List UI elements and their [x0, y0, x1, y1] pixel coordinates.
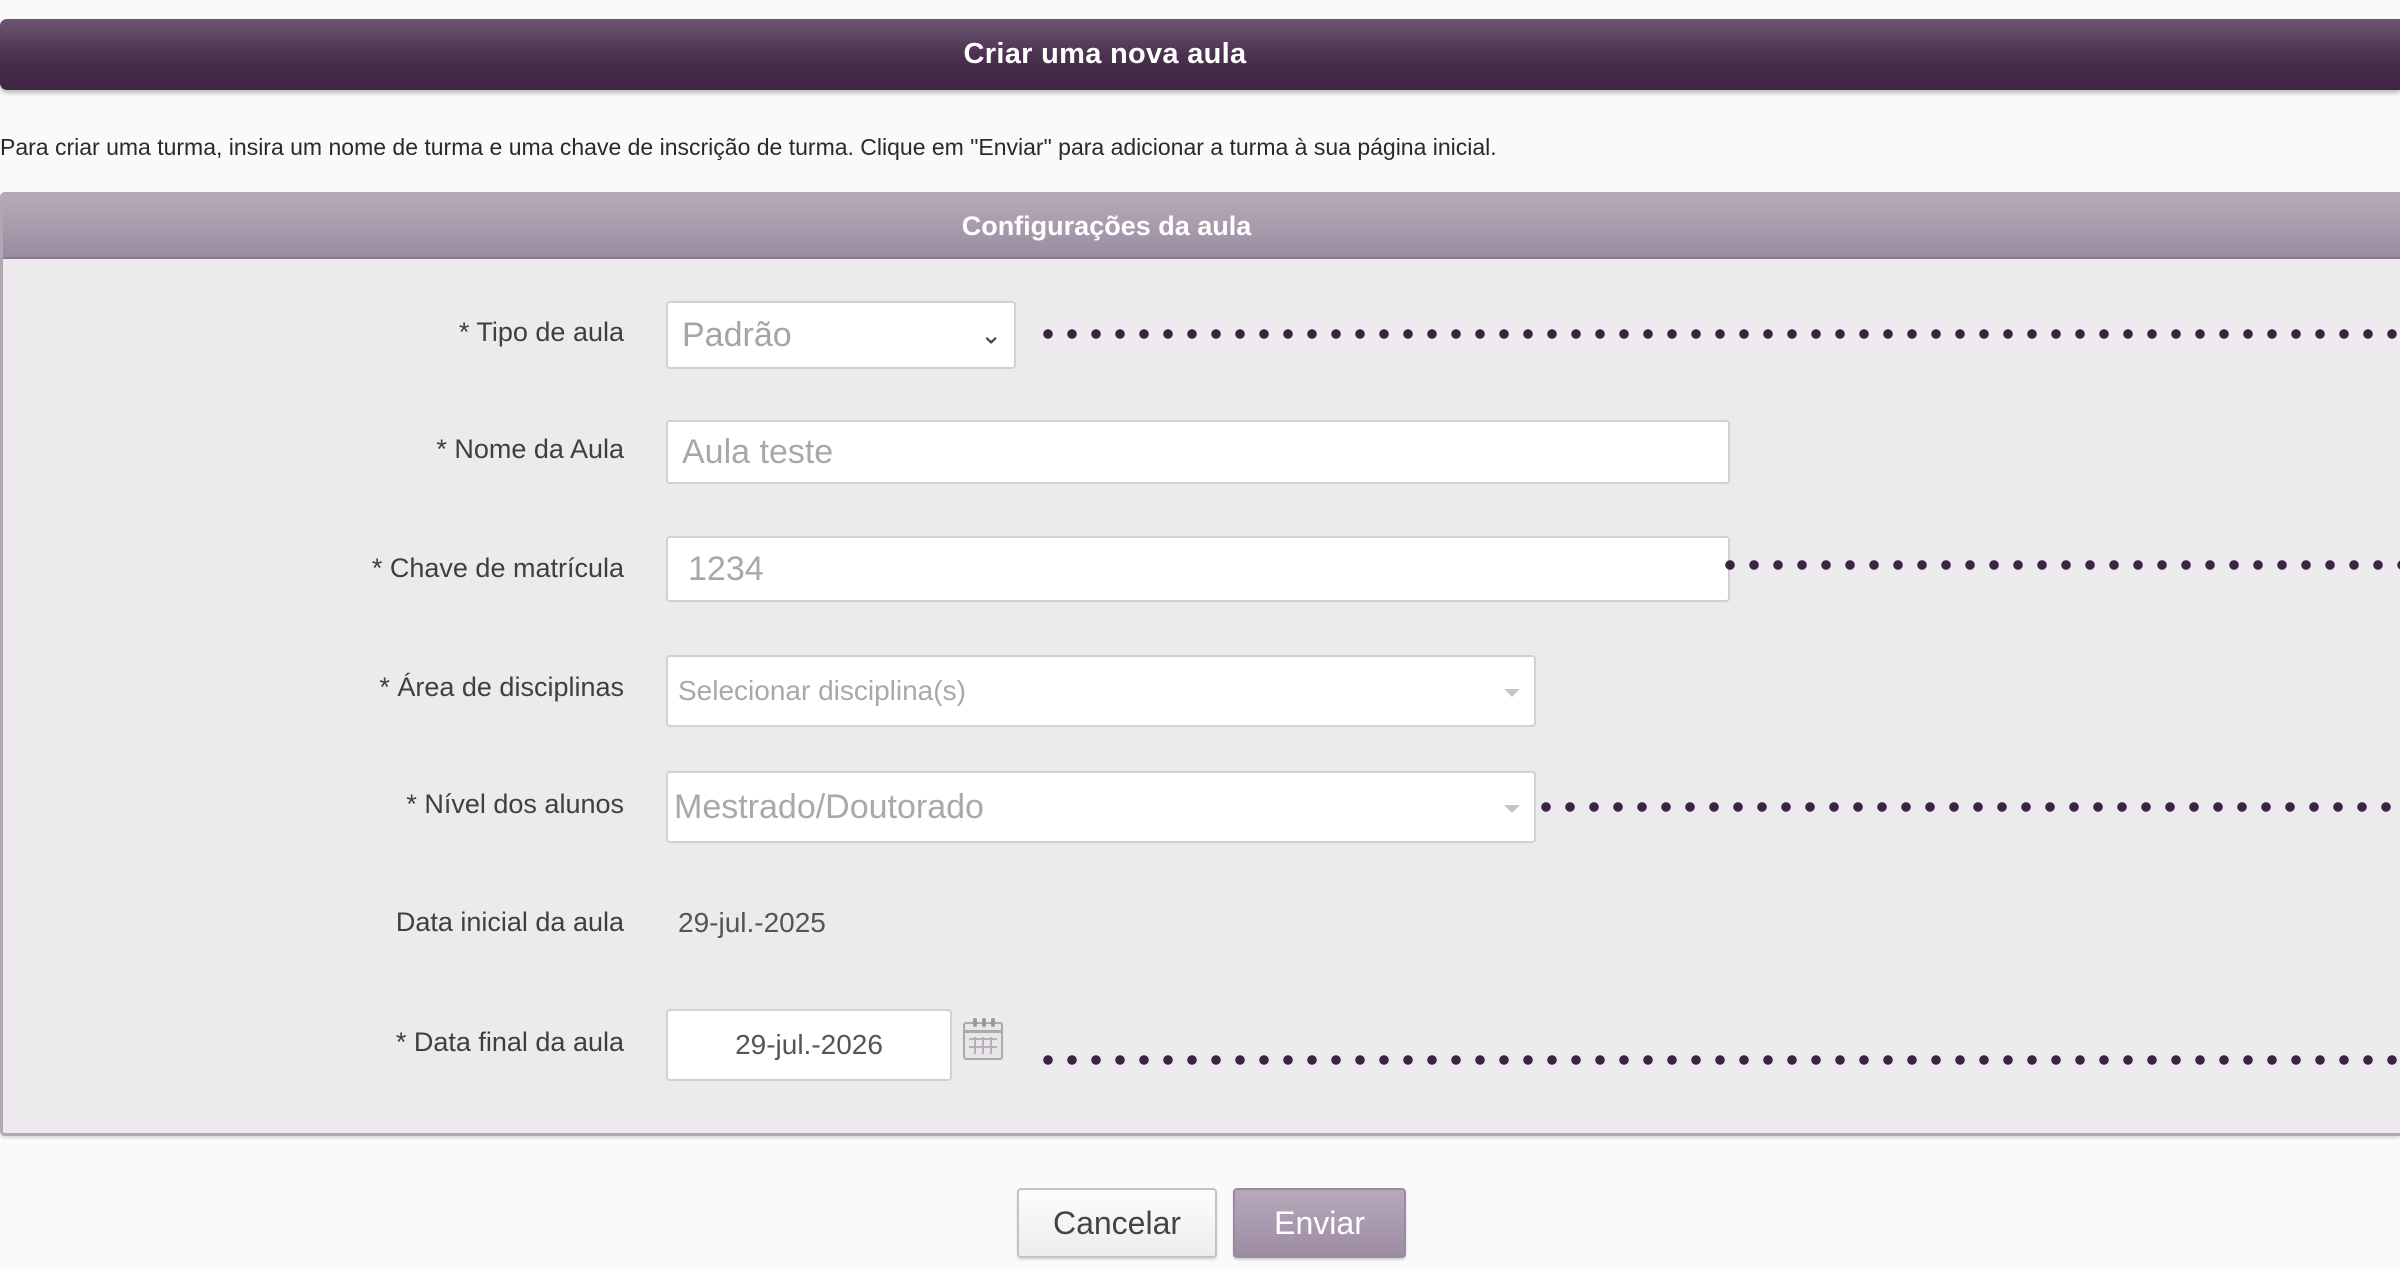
class-name-label: * Nome da Aula [436, 434, 624, 464]
student-level-value: Mestrado/Doutorado [674, 787, 984, 826]
class-name-input[interactable]: Aula teste [666, 420, 1730, 484]
chevron-down-icon: ⌄ [980, 319, 1002, 350]
panel-header: Configurações da aula [3, 195, 2400, 259]
end-date-value: 29-jul.-2026 [735, 1029, 883, 1060]
annotation-dotted-line [1534, 802, 2400, 812]
panel-title: Configurações da aula [961, 210, 1252, 241]
submit-button[interactable]: Enviar [1233, 1188, 1406, 1258]
student-level-select[interactable]: Mestrado/Doutorado [666, 771, 1536, 843]
enrollment-key-input[interactable]: 1234 [666, 536, 1730, 602]
class-type-value: Padrão [682, 315, 792, 354]
calendar-ring [973, 1018, 977, 1027]
class-type-label: * Tipo de aula [458, 317, 624, 347]
annotation-dotted-line [1718, 560, 2400, 570]
calendar-icon[interactable] [963, 1018, 1003, 1060]
subject-area-label: * Área de disciplinas [379, 672, 624, 702]
cancel-button[interactable]: Cancelar [1017, 1188, 1217, 1258]
subject-area-select[interactable]: Selecionar disciplina(s) [666, 655, 1536, 727]
student-level-label: * Nível dos alunos [406, 789, 624, 819]
create-class-page: Criar uma nova aula Para criar uma turma… [0, 0, 2400, 1269]
annotation-dotted-line [1036, 329, 2400, 339]
dropdown-arrow-icon [1504, 805, 1520, 813]
calendar-ring [991, 1018, 995, 1027]
dropdown-arrow-icon [1504, 689, 1520, 697]
end-date-input[interactable]: 29-jul.-2026 [666, 1009, 952, 1081]
enrollment-key-label: * Chave de matrícula [371, 553, 624, 583]
class-name-value: Aula teste [682, 432, 834, 471]
page-title: Criar uma nova aula [963, 38, 1247, 70]
start-date-label: Data inicial da aula [395, 907, 624, 937]
page-header: Criar uma nova aula [0, 19, 2400, 90]
intro-text: Para criar uma turma, insira um nome de … [0, 134, 1497, 160]
enrollment-key-value: 1234 [688, 549, 764, 588]
start-date-value: 29-jul.-2025 [678, 907, 826, 938]
annotation-dotted-line [1036, 1055, 2400, 1065]
calendar-ring [982, 1018, 986, 1027]
class-type-select[interactable]: Padrão ⌄ [666, 301, 1016, 369]
end-date-label: * Data final da aula [395, 1027, 624, 1057]
subject-area-placeholder: Selecionar disciplina(s) [678, 675, 966, 706]
